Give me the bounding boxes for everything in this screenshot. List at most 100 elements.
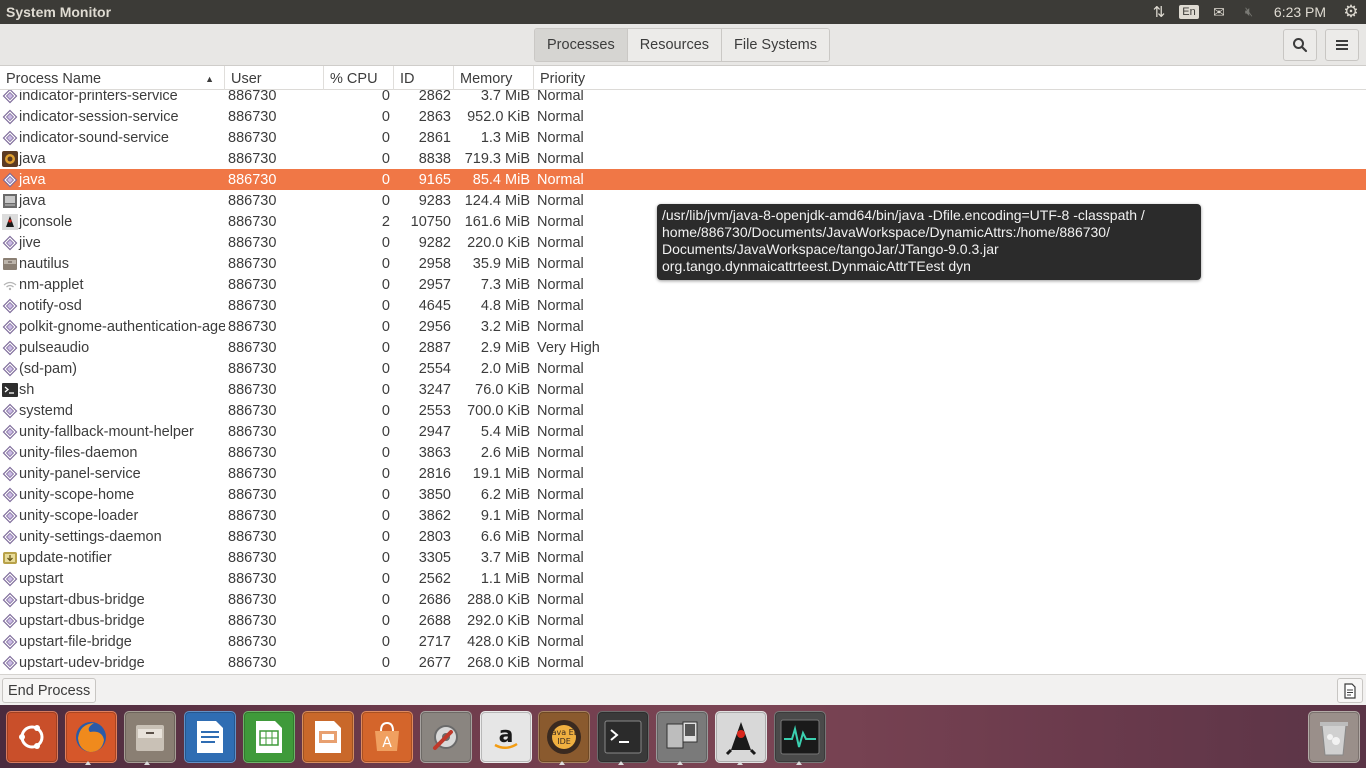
process-row[interactable]: sh 886730 0 3247 76.0 KiB Normal	[0, 379, 1366, 400]
process-row[interactable]: unity-scope-loader 886730 0 3862 9.1 MiB Norm…	[0, 505, 1366, 526]
column-header-priority[interactable]: Priority	[534, 66, 654, 90]
process-user: 886730	[228, 612, 277, 629]
process-id: 2863	[418, 108, 451, 125]
libreoffice-writer-icon[interactable]	[184, 711, 236, 763]
process-cpu: 0	[381, 360, 390, 377]
tooltip-line: /usr/lib/jvm/java-8-openjdk-amd64/bin/ja…	[662, 207, 1145, 223]
column-header-memory[interactable]: Memory	[454, 66, 534, 90]
process-cpu: 0	[381, 612, 390, 629]
process-memory: 719.3 MiB	[464, 150, 530, 167]
process-memory: 85.4 MiB	[472, 171, 530, 188]
process-row[interactable]: upstart 886730 0 2562 1.1 MiB Normal	[0, 568, 1366, 589]
exec-icon	[2, 235, 18, 251]
process-row[interactable]: indicator-session-service 886730 0 2863 952.…	[0, 106, 1366, 127]
tab-file-systems[interactable]: File Systems	[722, 29, 830, 61]
process-row[interactable]: upstart-dbus-bridge 886730 0 2688 292.0 KiB N…	[0, 610, 1366, 631]
process-row[interactable]: unity-panel-service 886730 0 2816 19.1 MiB No…	[0, 463, 1366, 484]
gear-icon[interactable]: ⚙	[1336, 0, 1366, 24]
menu-button[interactable]	[1325, 29, 1359, 61]
process-priority: Normal	[537, 108, 584, 125]
tab-processes[interactable]: Processes	[535, 29, 628, 61]
process-cpu: 0	[381, 528, 390, 545]
process-row[interactable]: unity-settings-daemon 886730 0 2803 6.6 MiB N…	[0, 526, 1366, 547]
process-memory: 2.0 MiB	[480, 360, 530, 377]
process-row[interactable]: pulseaudio 886730 0 2887 2.9 MiB Very High	[0, 337, 1366, 358]
process-priority: Normal	[537, 150, 584, 167]
properties-button[interactable]	[1337, 678, 1363, 703]
clock[interactable]: 6:23 PM	[1264, 0, 1336, 24]
process-row[interactable]: unity-scope-home 886730 0 3850 6.2 MiB Normal	[0, 484, 1366, 505]
tab-resources[interactable]: Resources	[627, 29, 723, 61]
column-header-id[interactable]: ID	[394, 66, 454, 90]
process-priority: Normal	[537, 255, 584, 272]
column-header-user[interactable]: User	[225, 66, 324, 90]
ubuntu-dash-icon[interactable]	[6, 711, 58, 763]
column-header-process-name[interactable]: Process Name ▲	[0, 66, 225, 90]
process-id: 3863	[418, 444, 451, 461]
process-name-cell: polkit-gnome-authentication-agent-1	[0, 319, 225, 335]
exec-icon	[2, 487, 18, 503]
process-priority: Normal	[537, 234, 584, 251]
process-row[interactable]: (sd-pam) 886730 0 2554 2.0 MiB Normal	[0, 358, 1366, 379]
libreoffice-calc-icon[interactable]	[243, 711, 295, 763]
process-priority: Normal	[537, 444, 584, 461]
mail-icon[interactable]: ✉	[1204, 0, 1234, 24]
exec-icon	[2, 466, 18, 482]
network-updown-icon[interactable]: ⇅	[1144, 0, 1174, 24]
process-memory: 2.6 MiB	[480, 444, 530, 461]
column-header-cpu[interactable]: % CPU	[324, 66, 394, 90]
process-row[interactable]: upstart-file-bridge 886730 0 2717 428.0 KiB N…	[0, 631, 1366, 652]
process-name: unity-settings-daemon	[19, 528, 162, 545]
process-row[interactable]: polkit-gnome-authentication-agent-188673…	[0, 316, 1366, 337]
exec-icon	[2, 571, 18, 587]
eclipse-java-ee-icon[interactable]: Java EE IDE	[538, 711, 590, 763]
process-name-cell: nautilus	[0, 256, 225, 272]
process-name-cell: unity-panel-service	[0, 466, 225, 482]
process-name-cell: upstart-file-bridge	[0, 634, 225, 650]
remote-desktop-icon[interactable]	[656, 711, 708, 763]
process-row[interactable]: upstart-udev-bridge 886730 0 2677 268.0 KiB N…	[0, 652, 1366, 673]
process-name: unity-files-daemon	[19, 444, 138, 461]
process-row[interactable]: update-notifier 886730 0 3305 3.7 MiB Normal	[0, 547, 1366, 568]
libreoffice-impress-icon[interactable]	[302, 711, 354, 763]
java-duke-icon[interactable]	[715, 711, 767, 763]
search-button[interactable]	[1283, 29, 1317, 61]
process-row[interactable]: java 886730 0 9165 85.4 MiB Normal	[0, 169, 1366, 190]
keyboard-language-indicator[interactable]: En	[1174, 0, 1204, 24]
process-cpu: 0	[381, 276, 390, 293]
process-name: systemd	[19, 402, 73, 419]
system-monitor-icon[interactable]	[774, 711, 826, 763]
files-icon[interactable]	[124, 711, 176, 763]
running-indicator	[677, 761, 683, 765]
trash-icon[interactable]	[1308, 711, 1360, 763]
process-row[interactable]: systemd 886730 0 2553 700.0 KiB Normal	[0, 400, 1366, 421]
process-name-cell: indicator-sound-service	[0, 130, 225, 146]
firefox-icon[interactable]	[65, 711, 117, 763]
tooltip-line: org.tango.dynmaicattrteest.DynmaicAttrTE…	[662, 258, 971, 274]
process-row[interactable]: unity-fallback-mount-helper 886730 0 2947 5.…	[0, 421, 1366, 442]
running-indicator	[559, 761, 565, 765]
process-row[interactable]: notify-osd 886730 0 4645 4.8 MiB Normal	[0, 295, 1366, 316]
software-center-icon[interactable]: A	[361, 711, 413, 763]
process-row[interactable]: unity-files-daemon 886730 0 3863 2.6 MiB Norm…	[0, 442, 1366, 463]
process-id: 3247	[418, 381, 451, 398]
process-row[interactable]: indicator-sound-service 886730 0 2861 1.3 Mi…	[0, 127, 1366, 148]
volume-muted-icon[interactable]: 🔇︎	[1234, 0, 1264, 24]
process-cpu: 0	[381, 108, 390, 125]
process-memory: 700.0 KiB	[467, 402, 530, 419]
process-row[interactable]: java 886730 0 8838 719.3 MiB Normal	[0, 148, 1366, 169]
process-memory: 2.9 MiB	[480, 339, 530, 356]
running-indicator	[737, 761, 743, 765]
process-row[interactable]: upstart-dbus-bridge 886730 0 2686 288.0 KiB N…	[0, 589, 1366, 610]
column-label: Priority	[540, 71, 586, 87]
process-id: 2861	[418, 129, 451, 146]
search-icon	[1293, 38, 1308, 53]
sort-ascending-icon: ▲	[205, 74, 214, 84]
end-process-button[interactable]: End Process	[2, 678, 97, 703]
process-name: update-notifier	[19, 549, 112, 566]
system-settings-icon[interactable]	[420, 711, 472, 763]
process-cpu: 0	[381, 171, 390, 188]
terminal-icon[interactable]	[597, 711, 649, 763]
file-cabinet-icon	[2, 256, 18, 272]
amazon-icon[interactable]: a	[480, 711, 532, 763]
